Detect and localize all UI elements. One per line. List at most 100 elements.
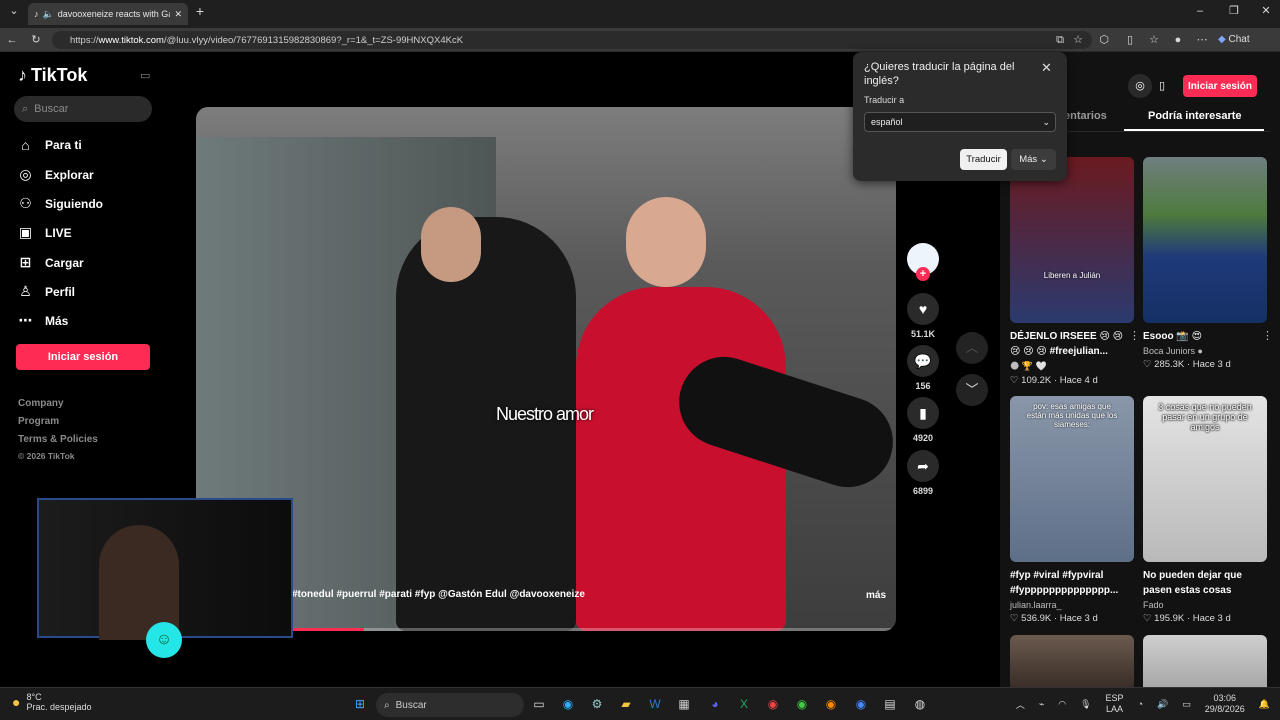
store-icon[interactable]: ▤: [881, 695, 899, 713]
new-tab-icon[interactable]: +: [192, 0, 208, 23]
video-thumbnail-partial[interactable]: [1010, 635, 1134, 687]
video-hashtags[interactable]: #tonedul #puerrul #parati #fyp @Gastón E…: [292, 589, 585, 600]
previous-video-button[interactable]: ︿: [956, 332, 988, 364]
reload-icon[interactable]: ↻: [28, 28, 44, 52]
split-icon[interactable]: ▯: [1122, 28, 1138, 52]
tab-suggested[interactable]: Podría interesarte: [1148, 110, 1242, 122]
nav-cargar[interactable]: ⊞ Cargar: [18, 254, 84, 271]
search-input[interactable]: ⌕ Buscar: [14, 96, 152, 122]
task-view-icon[interactable]: ▭: [530, 695, 548, 713]
like-button[interactable]: ♥: [907, 293, 939, 325]
favorites-bar-icon[interactable]: ☆: [1146, 28, 1162, 52]
weather-widget[interactable]: ● 8°C Prac. despejado: [12, 692, 92, 712]
footer-terms[interactable]: Terms & Policies: [18, 434, 98, 445]
translate-button[interactable]: Traducir: [960, 149, 1007, 170]
url-prefix: https://: [70, 34, 99, 46]
url-field[interactable]: https://www.tiktok.com/@luu.vlyy/video/7…: [52, 31, 1092, 49]
nav-mas[interactable]: ⋯ Más: [18, 312, 69, 329]
video-thumbnail-partial[interactable]: [1143, 635, 1267, 687]
taskbar-search[interactable]: ⌕ Buscar: [376, 693, 524, 717]
copilot-chat-button[interactable]: ◆ Chat: [1218, 34, 1250, 45]
comment-button[interactable]: 💬: [907, 345, 939, 377]
language-indicator[interactable]: ESP LAA: [1106, 693, 1124, 715]
excel-icon[interactable]: X: [735, 695, 753, 713]
suggested-video-card[interactable]: Liberen a Julián DÉJENLO IRSEEE 😢 😢 😢 😢 …: [1010, 157, 1140, 386]
video-thumbnail[interactable]: Liberen a Julián: [1010, 157, 1134, 323]
obs-icon[interactable]: ◍: [911, 695, 929, 713]
device-button[interactable]: ▯: [1150, 74, 1174, 98]
maximize-icon[interactable]: ❐: [1226, 0, 1242, 23]
browser-tab[interactable]: ♪ 🔈 davooxeneize reacts with Gastón... ✕: [28, 3, 188, 25]
edge-icon[interactable]: ◉: [559, 695, 577, 713]
video-player[interactable]: Nuestro amor #tonedul #puerrul #parati #…: [196, 107, 896, 631]
wifi-icon[interactable]: ◠: [1058, 699, 1066, 710]
word-icon[interactable]: W: [646, 695, 664, 713]
nav-siguiendo[interactable]: ⚇ Siguiendo: [18, 195, 103, 212]
settings-icon[interactable]: ⚙: [588, 695, 606, 713]
chevron-up-icon[interactable]: ︿: [1016, 698, 1025, 711]
translate-icon[interactable]: ⧉: [1052, 28, 1068, 52]
chrome-profile-icon[interactable]: ◉: [793, 695, 811, 713]
chrome-profile-icon[interactable]: ◉: [822, 695, 840, 713]
nav-explorar[interactable]: ◎ Explorar: [18, 166, 93, 183]
battery-icon[interactable]: ▭: [1182, 699, 1191, 710]
nav-para-ti[interactable]: ⌂ Para ti: [18, 137, 81, 153]
tiktok-logo[interactable]: ♪ TikTok: [18, 65, 87, 86]
video-progress-bar[interactable]: [292, 628, 896, 631]
footer-company[interactable]: Company: [18, 398, 64, 409]
video-more-link[interactable]: más: [866, 590, 886, 601]
card-stats: ♡ 285.3K · Hace 3 d: [1143, 359, 1231, 370]
discord-icon[interactable]: ◕: [706, 695, 724, 713]
volume-icon[interactable]: 🔊: [1157, 699, 1168, 710]
share-button[interactable]: ➦: [907, 450, 939, 482]
card-author[interactable]: julian.laarra_: [1010, 600, 1134, 610]
login-button[interactable]: Iniciar sesión: [16, 344, 150, 370]
card-author[interactable]: Fado: [1143, 600, 1267, 610]
video-thumbnail[interactable]: [1143, 157, 1267, 323]
extensions-icon[interactable]: ⬡: [1096, 28, 1112, 52]
save-button[interactable]: ▮: [907, 397, 939, 429]
minimize-icon[interactable]: –: [1192, 0, 1208, 23]
collapse-sidebar-icon[interactable]: ▭: [140, 69, 150, 82]
mic-icon[interactable]: 🎙: [1080, 699, 1091, 710]
nav-live[interactable]: ▣ LIVE: [18, 224, 72, 241]
video-thumbnail[interactable]: 3 cosas que no pueden pasar en un grupo …: [1143, 396, 1267, 562]
suggested-video-card[interactable]: 3 cosas que no pueden pasar en un grupo …: [1143, 396, 1267, 624]
suggested-video-card[interactable]: pov: esas amigas que están más unidas qu…: [1010, 396, 1134, 624]
clock[interactable]: 03:06 29/8/2026: [1205, 693, 1245, 715]
video-thumbnail[interactable]: pov: esas amigas que están más unidas qu…: [1010, 396, 1134, 562]
suggested-video-card[interactable]: Esooo 📸 😍 Boca Juniors ● ♡ 285.3K · Hace…: [1143, 157, 1273, 370]
network-icon[interactable]: ⌁: [1039, 699, 1044, 710]
back-icon[interactable]: ←: [4, 28, 20, 52]
card-author[interactable]: Boca Juniors ●: [1143, 346, 1267, 356]
wifi-status-icon[interactable]: ◔: [1138, 699, 1143, 709]
chrome-icon[interactable]: ◉: [764, 695, 782, 713]
card-author[interactable]: 🌑 🏆 🤍: [1010, 361, 1134, 372]
nav-label: Siguiendo: [45, 196, 103, 211]
next-video-button[interactable]: ﹀: [956, 374, 988, 406]
footer-program[interactable]: Program: [18, 416, 59, 427]
more-options-button[interactable]: Más ⌄: [1011, 149, 1056, 170]
nav-perfil[interactable]: ♙ Perfil: [18, 283, 75, 300]
logo-text: TikTok: [31, 65, 88, 85]
speaker-icon[interactable]: 🔈: [43, 9, 54, 20]
windows-start-icon[interactable]: ⊞: [351, 695, 369, 713]
login-button-top[interactable]: Iniciar sesión: [1183, 75, 1257, 97]
favorite-icon[interactable]: ☆: [1070, 28, 1086, 52]
follow-plus-icon[interactable]: +: [916, 267, 930, 281]
menu-dots-icon[interactable]: ⋯: [1194, 28, 1210, 52]
card-more-icon[interactable]: ⋮: [1129, 329, 1140, 342]
tab-comments[interactable]: entarios: [1064, 110, 1107, 122]
window-close-icon[interactable]: ✕: [1258, 0, 1274, 23]
profile-avatar-icon[interactable]: ●: [1170, 28, 1186, 52]
tab-close-icon[interactable]: ✕: [174, 9, 182, 20]
file-explorer-icon[interactable]: ▰: [617, 695, 635, 713]
language-select[interactable]: español ⌄: [864, 112, 1056, 132]
chrome-profile-icon[interactable]: ◉: [852, 695, 870, 713]
compass-button[interactable]: ◎: [1128, 74, 1152, 98]
card-more-icon[interactable]: ⋮: [1262, 329, 1273, 342]
app-icon[interactable]: ▦: [675, 695, 693, 713]
tab-list-icon[interactable]: ⌄: [6, 0, 22, 23]
close-icon[interactable]: ✕: [1041, 60, 1052, 76]
notification-icon[interactable]: 🔔: [1259, 699, 1270, 710]
